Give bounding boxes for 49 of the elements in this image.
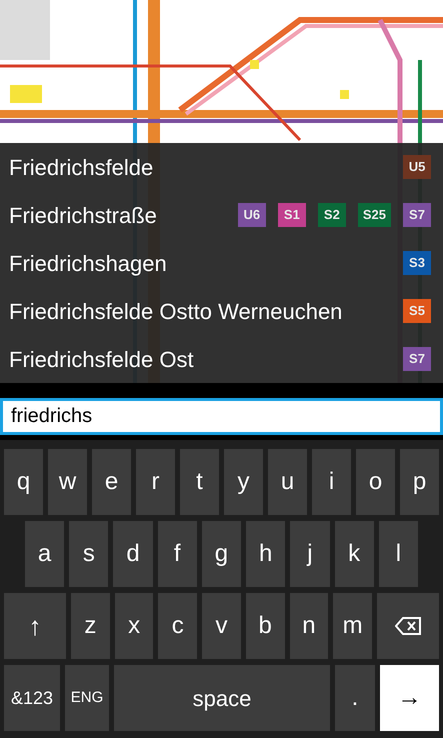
letter-key[interactable]: w — [48, 449, 87, 515]
line-badge: S25 — [358, 203, 391, 227]
letter-key[interactable]: j — [290, 521, 330, 587]
station-suggestion[interactable]: Friedrichsfelde — [9, 150, 154, 184]
letter-key[interactable]: k — [334, 521, 374, 587]
station-suggestion[interactable]: Friedrichsfelde Ostto Werneuchen — [9, 294, 342, 328]
space-key[interactable]: space — [114, 665, 330, 731]
letter-key[interactable]: h — [246, 521, 286, 587]
letter-key[interactable]: l — [378, 521, 418, 587]
letter-key[interactable]: f — [158, 521, 197, 587]
letter-key[interactable]: v — [202, 593, 241, 659]
line-badge: S7 — [403, 347, 431, 371]
letter-key[interactable]: i — [312, 449, 351, 515]
line-badge: S3 — [403, 251, 431, 275]
station-suggestion[interactable]: Friedrichsfelde Ost — [9, 342, 194, 376]
line-badge: S1 — [278, 203, 306, 227]
letter-key[interactable]: b — [246, 593, 285, 659]
letter-key[interactable]: t — [180, 449, 219, 515]
backspace-icon — [395, 617, 422, 635]
letter-key[interactable]: p — [400, 449, 439, 515]
letter-key[interactable]: x — [114, 593, 154, 659]
letter-key[interactable]: m — [333, 593, 372, 659]
line-badge: U5 — [403, 155, 431, 179]
station-suggestion[interactable]: Friedrichshagen — [9, 246, 167, 280]
letter-key[interactable]: s — [69, 521, 108, 587]
symbols-key[interactable]: &123 — [4, 665, 60, 731]
letter-key[interactable]: n — [290, 593, 328, 659]
letter-key[interactable]: . — [335, 665, 375, 731]
language-key[interactable]: ENG — [65, 665, 109, 731]
letter-key[interactable]: z — [71, 593, 110, 659]
letter-key[interactable]: d — [113, 521, 153, 587]
letter-key[interactable]: e — [92, 449, 131, 515]
search-field[interactable]: friedrichs — [0, 398, 443, 435]
enter-key[interactable]: → — [380, 665, 439, 731]
line-badge: S2 — [318, 203, 346, 227]
letter-key[interactable]: c — [158, 593, 198, 659]
backspace-key[interactable] — [377, 593, 440, 659]
station-suggestion[interactable]: Friedrichstraße — [9, 198, 157, 232]
shift-key[interactable]: ↑ — [4, 593, 66, 659]
letter-key[interactable]: o — [356, 449, 395, 515]
line-badge: U6 — [238, 203, 266, 227]
letter-key[interactable]: a — [25, 521, 64, 587]
letter-key[interactable]: q — [4, 449, 43, 515]
line-badge: S7 — [403, 203, 431, 227]
letter-key[interactable]: g — [202, 521, 242, 587]
line-badge: S5 — [403, 299, 431, 323]
letter-key[interactable]: y — [224, 449, 263, 515]
letter-key[interactable]: u — [268, 449, 307, 515]
letter-key[interactable]: r — [136, 449, 175, 515]
